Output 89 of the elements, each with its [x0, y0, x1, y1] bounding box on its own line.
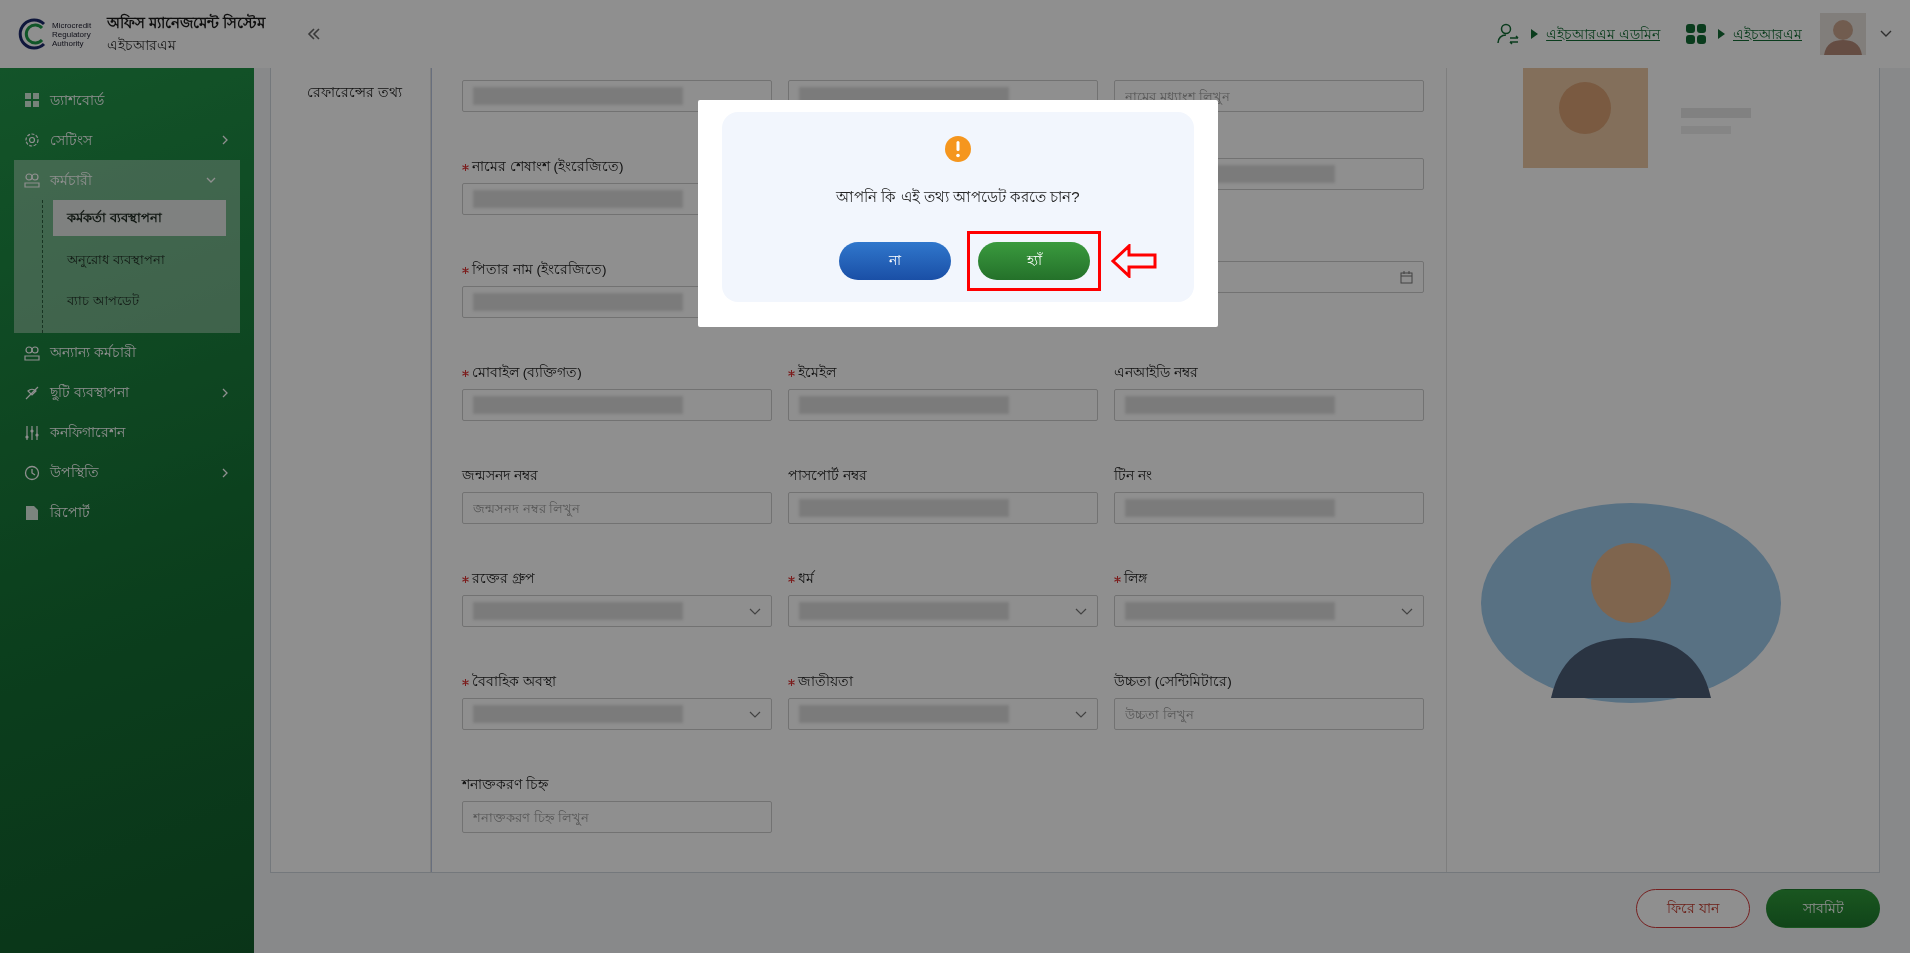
field-label: জন্মসনদ নম্বর: [462, 466, 538, 485]
user-switch-icon[interactable]: [1497, 23, 1520, 45]
required-icon: [788, 575, 795, 583]
no-button[interactable]: না: [839, 241, 951, 280]
required-icon: [1114, 575, 1121, 583]
input-field[interactable]: [1114, 389, 1424, 421]
select-field[interactable]: [462, 595, 772, 627]
field-label: শনাক্তকরণ চিহ্ন: [462, 775, 548, 794]
required-icon: [462, 575, 469, 583]
chevron-right-icon: [220, 135, 230, 145]
sidebar-item[interactable]: সেটিংস: [0, 120, 254, 160]
field-label: পাসপোর্ট নম্বর: [788, 466, 867, 485]
module-link[interactable]: এইচআরএম: [1733, 23, 1802, 45]
required-icon: [788, 369, 795, 377]
chevron-down-icon: [1075, 607, 1087, 615]
field-label: এনআইডি নম্বর: [1114, 363, 1198, 382]
dashboard-icon: [24, 92, 40, 108]
input-field[interactable]: [788, 389, 1098, 421]
sidebar-item[interactable]: ছুটি ব্যবস্থাপনা: [0, 372, 254, 413]
app-subtitle: এইচআরএম: [107, 35, 178, 55]
required-icon: [462, 163, 469, 171]
arrow-icon: [1111, 243, 1157, 278]
logo-text: Microcredit: [52, 20, 92, 30]
sidebar-item[interactable]: উপস্থিতি: [0, 452, 254, 493]
submit-button[interactable]: সাবমিট: [1766, 889, 1880, 928]
required-icon: [462, 369, 469, 377]
chevron-down-icon: [1075, 710, 1087, 718]
chevron-right-icon: [220, 387, 230, 398]
sidebar-item[interactable]: অন্যান্য কর্মচারী: [0, 332, 254, 373]
required-icon: [462, 266, 469, 274]
chevron-down-icon: [206, 175, 216, 185]
collapse-icon[interactable]: [307, 27, 322, 41]
input-field[interactable]: [788, 492, 1098, 524]
select-field[interactable]: [788, 698, 1098, 730]
chevron-down-icon: [749, 710, 761, 718]
field-label: পিতার নাম (ইংরেজিতে): [472, 260, 607, 279]
select-field[interactable]: [1114, 595, 1424, 627]
settings-icon: [24, 132, 40, 148]
input-field[interactable]: [1114, 492, 1424, 524]
sidebar-subitem[interactable]: ব্যাচ আপডেট: [53, 283, 226, 319]
input-field[interactable]: উচ্চতা লিখুন: [1114, 698, 1424, 730]
required-icon: [788, 678, 795, 686]
chevron-down-icon: [1401, 607, 1413, 615]
required-icon: [462, 678, 469, 686]
people-icon: [24, 172, 40, 188]
logo-icon: [18, 16, 48, 52]
logo-text: Regulatory: [52, 29, 92, 39]
sidebar-subitem[interactable]: কর্মকর্তা ব্যবস্থাপনা: [53, 200, 226, 236]
field-label: নামের শেষাংশ (ইংরেজিতে): [472, 157, 624, 176]
sidebar-item[interactable]: কনফিগারেশন: [0, 412, 254, 453]
input-field[interactable]: জন্মসনদ নম্বর লিখুন: [462, 492, 772, 524]
field-label: উচ্চতা (সেন্টিমিটারে): [1114, 672, 1232, 691]
clock-icon: [24, 464, 40, 481]
sidebar-item[interactable]: রিপোর্ট: [0, 492, 254, 533]
field-label: ধর্ম: [798, 569, 814, 588]
yes-button[interactable]: হ্যাঁ: [978, 241, 1090, 280]
leaf-icon: [24, 384, 40, 401]
field-label: রক্তের গ্রুপ: [472, 569, 535, 588]
caret-icon: [1531, 29, 1539, 39]
calendar-icon: [1400, 270, 1413, 284]
back-button[interactable]: ফিরে যান: [1636, 889, 1750, 928]
sidebar-item[interactable]: কর্মচারী: [14, 160, 240, 200]
select-field[interactable]: [462, 698, 772, 730]
select-field[interactable]: [788, 595, 1098, 627]
role-link[interactable]: এইচআরএম এডমিন: [1546, 23, 1660, 45]
chevron-down-icon: [749, 607, 761, 615]
sidebar-item[interactable]: ড্যাশবোর্ড: [0, 80, 254, 120]
field-label: টিন নং: [1114, 466, 1152, 485]
chevron-down-icon[interactable]: [1880, 30, 1892, 38]
sidebar-subitem[interactable]: অনুরোধ ব্যবস্থাপনা: [53, 241, 226, 277]
apps-grid-icon[interactable]: [1686, 24, 1706, 44]
field-label: মোবাইল (ব্যক্তিগত): [472, 363, 582, 382]
input-field[interactable]: [462, 389, 772, 421]
field-label: লিঙ্গ: [1124, 569, 1147, 588]
people-icon: [24, 344, 40, 361]
sliders-icon: [24, 424, 40, 441]
field-label: জাতীয়তা: [798, 672, 853, 691]
warning-icon: [945, 136, 971, 162]
field-label: ইমেইল: [798, 363, 836, 382]
section-label: রেফারেন্সের তথ্য: [307, 84, 402, 100]
logo-text: Authority: [52, 38, 84, 48]
document-icon: [24, 504, 40, 521]
caret-icon: [1718, 29, 1725, 39]
avatar[interactable]: [1820, 13, 1866, 55]
input-field[interactable]: [462, 80, 772, 112]
field-label: বৈবাহিক অবস্থা: [472, 672, 556, 691]
dialog-message: আপনি কি এই তথ্য আপডেট করতে চান?: [836, 187, 1080, 207]
chevron-right-icon: [220, 467, 230, 478]
app-title: অফিস ম্যানেজমেন্ট সিস্টেম: [107, 12, 266, 34]
